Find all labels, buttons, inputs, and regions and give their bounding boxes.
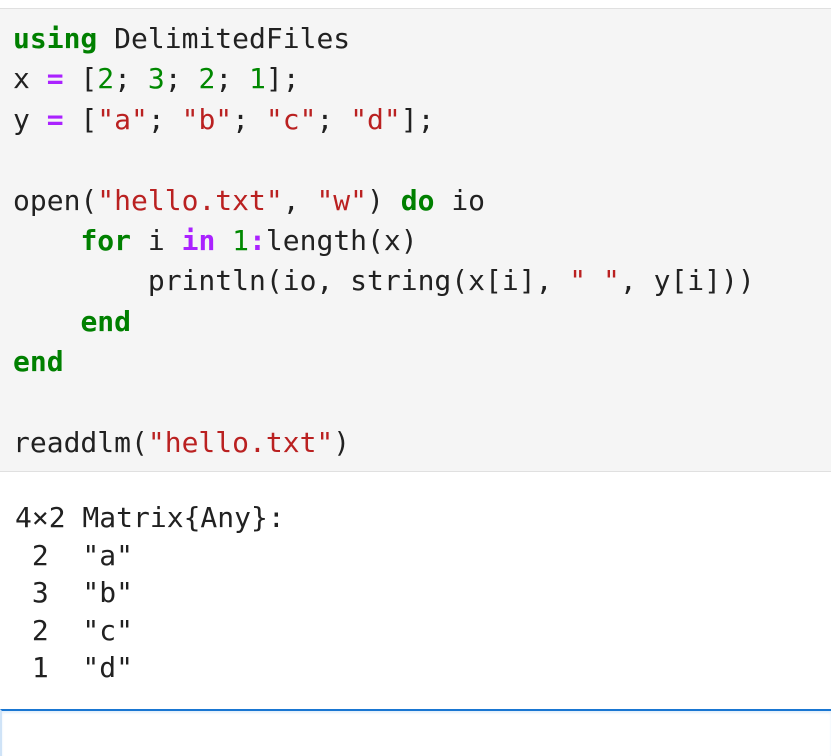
code-line: for i in 1:length(x) [13, 221, 755, 261]
code-token: x [13, 62, 47, 96]
code-token: io [434, 183, 486, 217]
output-line: 2 "c" [15, 613, 134, 647]
code-token: ; [114, 62, 148, 96]
code-token: "w" [316, 183, 368, 217]
code-token: ) [367, 183, 401, 217]
code-token: end [80, 304, 132, 338]
code-token: println(io, string(x[i], [13, 264, 570, 298]
code-token: readdlm( [13, 425, 148, 459]
output-line: 2 "a" [15, 538, 134, 572]
code-token: do [400, 183, 435, 217]
code-token: for [80, 223, 132, 257]
code-token: ; [147, 102, 182, 136]
code-token: in [181, 223, 216, 257]
code-line: end [13, 302, 755, 342]
code-token: "c" [265, 102, 317, 136]
code-token: ]; [265, 62, 300, 96]
code-cell-output: 4×2 Matrix{Any}: 2 "a" 3 "b" 2 "c" 1 "d" [0, 473, 831, 709]
code-token: "a" [97, 102, 148, 136]
notebook: using DelimitedFiles x = [2; 3; 2; 1]; y =… [0, 0, 831, 756]
code-token: : [249, 223, 266, 257]
code-token: length(x) [265, 223, 418, 257]
code-token: 2 [97, 62, 115, 96]
code-token: ; [164, 62, 199, 96]
code-token: 1 [249, 62, 266, 96]
code-token: ; [215, 62, 250, 96]
code-token: using [13, 22, 98, 55]
code-token: ) [333, 425, 351, 459]
code-token: 3 [147, 62, 165, 96]
output-line: 1 "d" [15, 651, 134, 685]
code-token: i [131, 223, 182, 257]
code-token: "hello.txt" [147, 425, 334, 459]
code-line: readdlm("hello.txt") [13, 423, 755, 463]
code-token: "d" [350, 102, 401, 136]
code-token: end [13, 345, 64, 379]
code-line: y = ["a"; "b"; "c"; "d"]; [13, 100, 755, 140]
code-line: open("hello.txt", "w") do io [13, 181, 755, 221]
output-text: 4×2 Matrix{Any}: 2 "a" 3 "b" 2 "c" 1 "d" [15, 499, 285, 687]
code-token: "b" [181, 102, 233, 136]
code-token: = [46, 102, 64, 136]
code-token: ; [232, 102, 266, 136]
code-token: "hello.txt" [97, 183, 283, 217]
code-token: open( [13, 183, 98, 217]
code-line: println(io, string(x[i], " ", y[i])) [13, 261, 755, 301]
code-token: 1 [232, 223, 250, 257]
code-token: ]; [400, 102, 435, 136]
code-token: , y[i])) [619, 264, 755, 298]
code-token: [ [63, 102, 98, 136]
code-token: [ [63, 62, 98, 96]
code-cell-input[interactable]: using DelimitedFiles x = [2; 3; 2; 1]; y =… [0, 8, 831, 472]
code-token: ; [316, 102, 351, 136]
code-token: 2 [198, 62, 216, 96]
code-line: using DelimitedFiles [13, 19, 755, 59]
code-token: , [282, 183, 317, 217]
code-token: DelimitedFiles [97, 22, 351, 55]
code-token: " " [569, 264, 620, 298]
code-editor[interactable]: using DelimitedFiles x = [2; 3; 2; 1]; y =… [13, 19, 755, 463]
code-token: = [46, 62, 64, 96]
code-line: end [13, 342, 755, 382]
output-line: 3 "b" [15, 576, 134, 610]
code-token: y [13, 102, 47, 136]
code-line: x = [2; 3; 2; 1]; [13, 59, 755, 99]
output-line: 4×2 Matrix{Any}: [15, 501, 285, 534]
empty-code-cell[interactable] [0, 709, 831, 756]
